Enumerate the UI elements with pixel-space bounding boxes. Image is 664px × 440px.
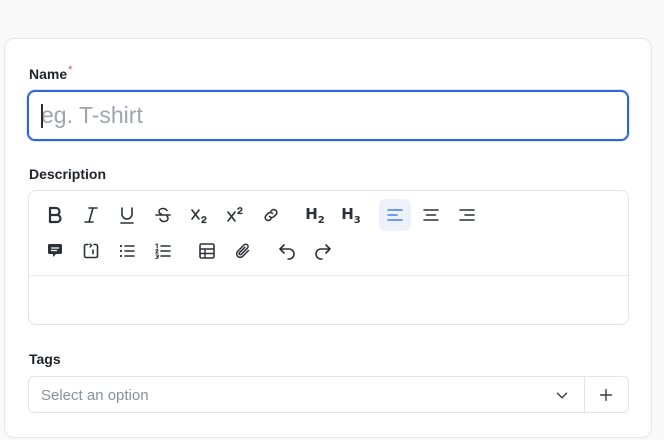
chevron-down-icon[interactable] (553, 386, 571, 404)
table-icon (199, 243, 215, 259)
heading-3-icon: H3 (341, 205, 361, 226)
add-tag-button[interactable] (594, 383, 618, 407)
form-card: Name* Description H2 H (4, 38, 652, 438)
heading-3-letter: H (341, 204, 354, 223)
heading-2-button[interactable]: H2 (299, 199, 331, 231)
underline-icon (120, 207, 134, 224)
link-button[interactable] (255, 199, 287, 231)
tags-select[interactable]: Select an option (28, 376, 629, 413)
undo-icon (279, 244, 295, 260)
numbered-list-button[interactable] (147, 235, 179, 267)
description-editor[interactable]: H2 H3 (28, 190, 629, 325)
heading-3-level: 3 (353, 214, 361, 226)
name-label-text: Name (29, 66, 68, 82)
comment-button[interactable] (39, 235, 71, 267)
table-button[interactable] (191, 235, 223, 267)
required-mark: * (68, 64, 73, 76)
align-center-button[interactable] (415, 199, 447, 231)
bold-button[interactable] (39, 199, 71, 231)
bullet-list-button[interactable] (111, 235, 143, 267)
comment-icon (48, 244, 62, 257)
name-label: Name* (29, 64, 73, 82)
text-caret (41, 104, 43, 128)
heading-2-icon: H2 (305, 205, 325, 226)
toolbar-divider (29, 275, 628, 276)
strikethrough-button[interactable] (147, 199, 179, 231)
subscript-icon (191, 209, 207, 224)
superscript-button[interactable] (219, 199, 251, 231)
heading-3-button[interactable]: H3 (335, 199, 367, 231)
align-right-icon (459, 209, 475, 221)
link-icon (264, 208, 278, 222)
superscript-icon (227, 207, 243, 222)
redo-button[interactable] (307, 235, 339, 267)
plus-icon (599, 388, 613, 402)
tags-select-placeholder: Select an option (41, 387, 149, 404)
select-divider (584, 377, 585, 412)
description-label: Description (29, 166, 107, 182)
note-icon (83, 243, 99, 259)
strikethrough-icon (155, 207, 171, 223)
italic-icon (84, 207, 98, 223)
align-left-icon (387, 209, 403, 221)
align-left-button[interactable] (379, 199, 411, 231)
heading-2-letter: H (305, 204, 318, 223)
attachment-button[interactable] (227, 235, 259, 267)
tags-label: Tags (29, 351, 61, 367)
italic-button[interactable] (75, 199, 107, 231)
align-center-icon (423, 209, 439, 221)
underline-button[interactable] (111, 199, 143, 231)
numbered-list-icon (155, 243, 171, 259)
name-field[interactable] (27, 90, 629, 141)
name-input[interactable] (29, 92, 627, 139)
note-button[interactable] (75, 235, 107, 267)
subscript-button[interactable] (183, 199, 215, 231)
redo-icon (315, 244, 331, 260)
align-right-button[interactable] (451, 199, 483, 231)
bullet-list-icon (119, 244, 135, 258)
undo-button[interactable] (271, 235, 303, 267)
paperclip-icon (235, 243, 250, 259)
heading-2-level: 2 (317, 214, 325, 226)
bold-icon (48, 206, 62, 224)
